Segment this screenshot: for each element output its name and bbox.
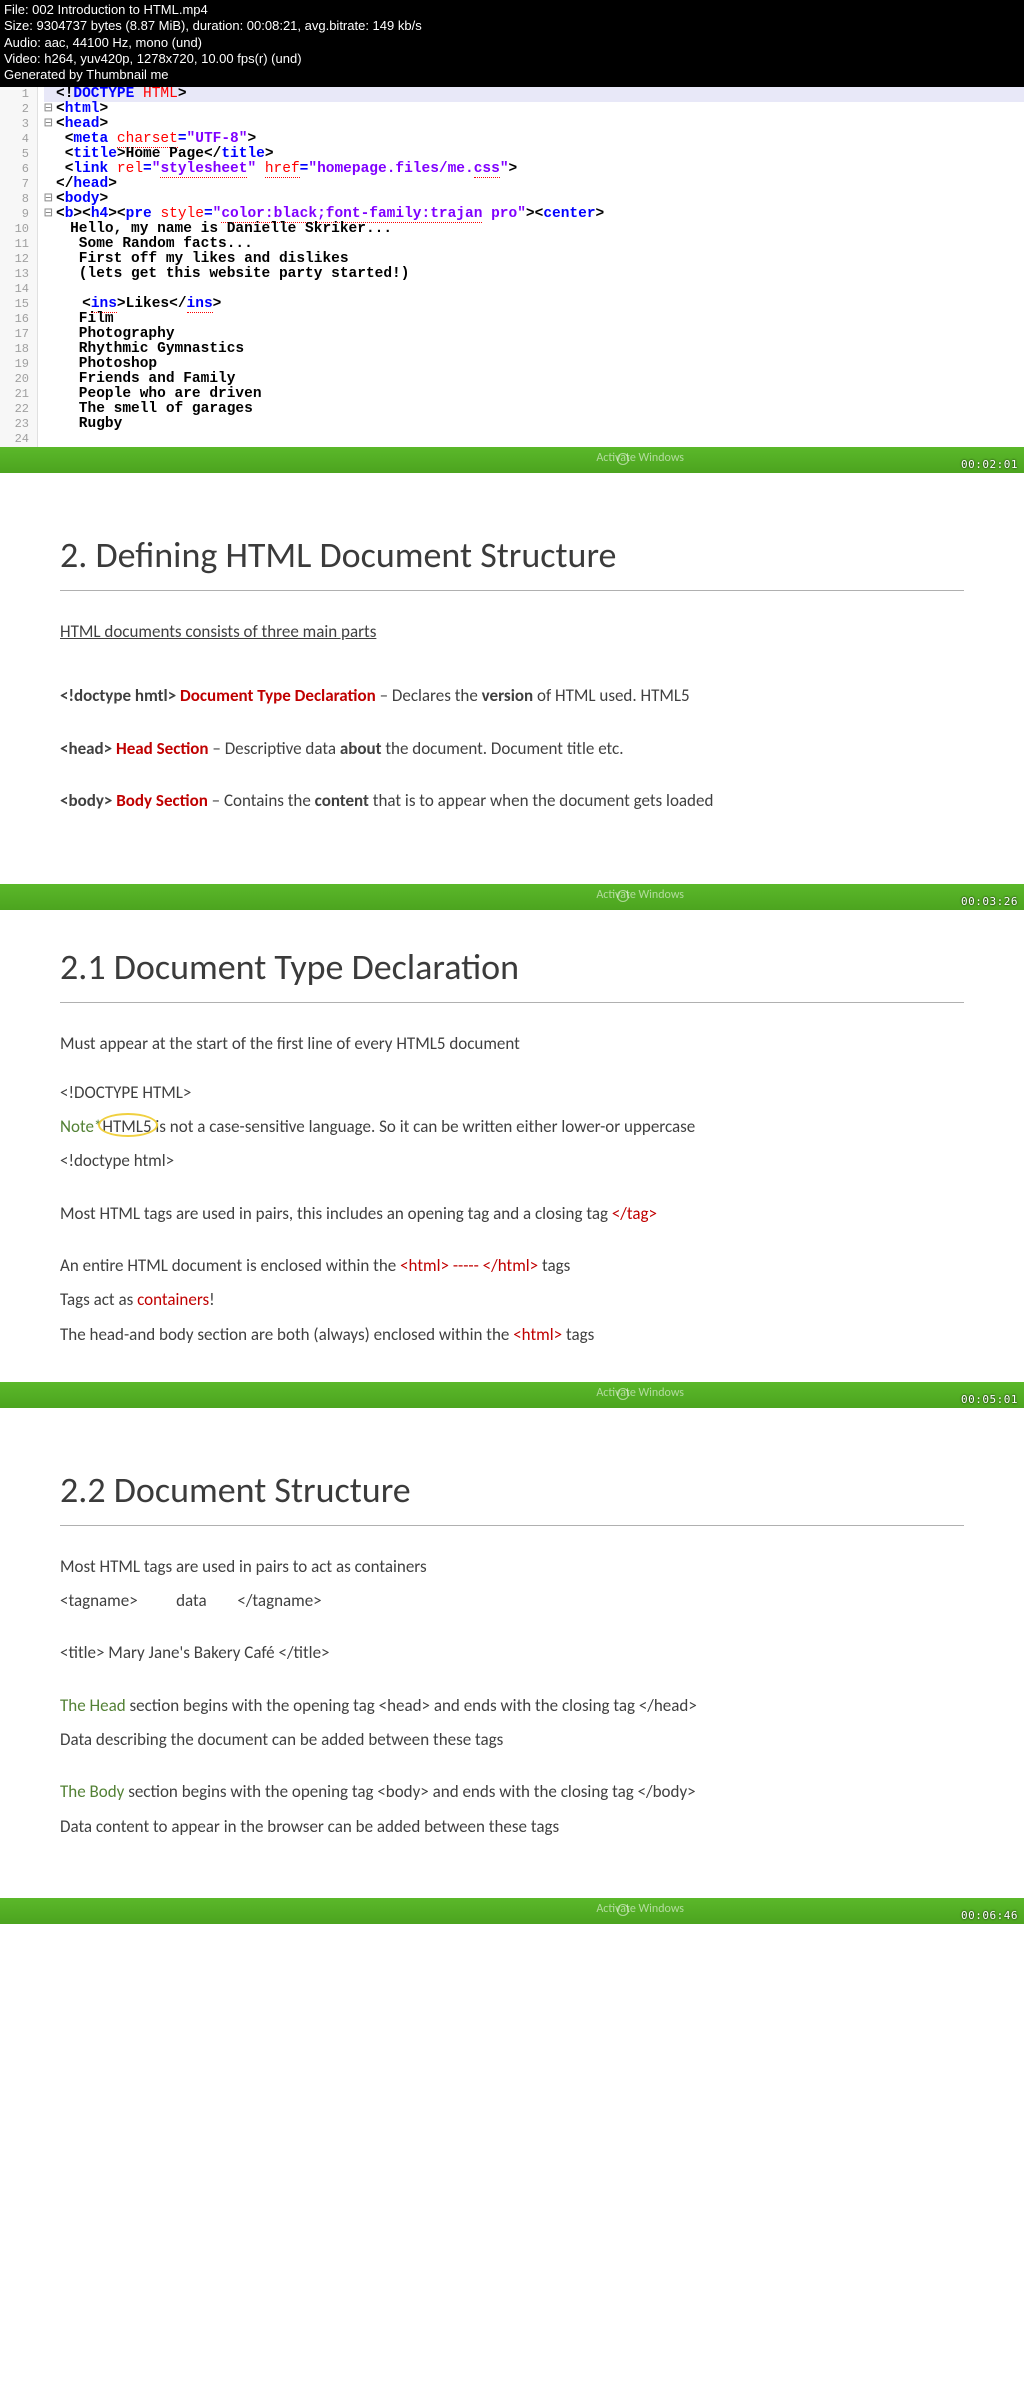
code-line: ⊟<html>: [44, 102, 1024, 117]
line-number: 24: [0, 432, 29, 447]
activate-windows-watermark: Activate Windows: [596, 451, 684, 465]
doctype-line: <!doctype hmtl> Document Type Declaratio…: [60, 683, 964, 709]
code-line: <meta charset="UTF-8">: [44, 132, 1024, 147]
slide-title: 2. Defining HTML Document Structure: [60, 528, 964, 584]
text-line: Most HTML tags are used in pairs to act …: [60, 1554, 964, 1580]
line-number: 18: [0, 342, 29, 357]
line-number: 16: [0, 312, 29, 327]
line-number: 13: [0, 267, 29, 282]
activate-windows-watermark: Activate Windows: [596, 1902, 684, 1916]
slide-defining-structure: 2. Defining HTML Document Structure HTML…: [0, 473, 1024, 884]
meta-line: File: 002 Introduction to HTML.mp4: [4, 2, 1020, 18]
text-line: The head-and body section are both (alwa…: [60, 1322, 964, 1348]
code-line: ⊟<b><h4><pre style="color:black;font-fam…: [44, 207, 1024, 222]
code-line: (lets get this website party started!): [44, 267, 1024, 282]
divider: [60, 1002, 964, 1003]
slide-title: 2.1 Document Type Declaration: [60, 940, 964, 996]
slide-title: 2.2 Document Structure: [60, 1463, 964, 1519]
line-number: 3: [0, 117, 29, 132]
body-line: <body> Body Section – Contains the conte…: [60, 788, 964, 814]
head-section-line: The Head section begins with the opening…: [60, 1693, 964, 1719]
line-number: 5: [0, 147, 29, 162]
code-line: ⊟<body>: [44, 192, 1024, 207]
separator-bar: Activate Windows 00:06:46: [0, 1898, 1024, 1924]
video-metadata: File: 002 Introduction to HTML.mp4 Size:…: [0, 0, 1024, 87]
line-number: 2: [0, 102, 29, 117]
code-line: Friends and Family: [44, 372, 1024, 387]
timestamp-label: 00:03:26: [961, 895, 1018, 908]
line-number: 7: [0, 177, 29, 192]
activate-windows-watermark: Activate Windows: [596, 888, 684, 902]
separator-bar: Activate Windows 00:05:01: [0, 1382, 1024, 1408]
code-line: <title>Home Page</title>: [44, 147, 1024, 162]
line-number: 22: [0, 402, 29, 417]
code-line: </head>: [44, 177, 1024, 192]
code-line: First off my likes and dislikes: [44, 252, 1024, 267]
text-line: Most HTML tags are used in pairs, this i…: [60, 1201, 964, 1227]
slide-doctype-declaration: 2.1 Document Type Declaration Must appea…: [0, 910, 1024, 1382]
code-line: <!DOCTYPE HTML>: [44, 87, 1024, 102]
separator-bar: Activate Windows 00:02:01: [0, 447, 1024, 473]
code-line: Rugby: [44, 417, 1024, 432]
timestamp-label: 00:02:01: [961, 458, 1018, 471]
code-line: [44, 282, 1024, 297]
line-gutter: 1 2 3 4 5 6 7 8 9 10 11 12 13 14 15 16 1…: [0, 87, 38, 447]
subtitle: HTML documents consists of three main pa…: [60, 619, 964, 645]
line-number: 1: [0, 87, 29, 102]
meta-line: Size: 9304737 bytes (8.87 MiB), duration…: [4, 18, 1020, 34]
text-line: Data describing the document can be adde…: [60, 1727, 964, 1753]
line-number: 9: [0, 207, 29, 222]
meta-line: Generated by Thumbnail me: [4, 67, 1020, 83]
slide-document-structure: 2.2 Document Structure Most HTML tags ar…: [0, 1408, 1024, 1898]
code-line: The smell of garages: [44, 402, 1024, 417]
text-line: Tags act as containers!: [60, 1287, 964, 1313]
line-number: 11: [0, 237, 29, 252]
code-body[interactable]: <!DOCTYPE HTML> ⊟<html> ⊟<head> <meta ch…: [38, 87, 1024, 447]
text-line: <!doctype html>: [60, 1148, 964, 1174]
line-number: 8: [0, 192, 29, 207]
code-line: Photoshop: [44, 357, 1024, 372]
text-line: Data content to appear in the browser ca…: [60, 1814, 964, 1840]
divider: [60, 1525, 964, 1526]
line-number: 17: [0, 327, 29, 342]
text-line: Must appear at the start of the first li…: [60, 1031, 964, 1057]
code-line: Rhythmic Gymnastics: [44, 342, 1024, 357]
body-section-line: The Body section begins with the opening…: [60, 1779, 964, 1805]
code-line: Photography: [44, 327, 1024, 342]
divider: [60, 590, 964, 591]
code-editor: 1 2 3 4 5 6 7 8 9 10 11 12 13 14 15 16 1…: [0, 87, 1024, 447]
text-line: <tagname> data </tagname>: [60, 1588, 964, 1614]
code-line: <ins>Likes</ins>: [44, 297, 1024, 312]
note-line: Note* HTML5 is not a case-sensitive lang…: [60, 1114, 964, 1140]
line-number: 19: [0, 357, 29, 372]
code-line: Hello, my name is Danielle Skriker...: [44, 222, 1024, 237]
line-number: 21: [0, 387, 29, 402]
timestamp-label: 00:05:01: [961, 1393, 1018, 1406]
code-line: Film: [44, 312, 1024, 327]
meta-line: Video: h264, yuv420p, 1278x720, 10.00 fp…: [4, 51, 1020, 67]
line-number: 4: [0, 132, 29, 147]
timestamp-label: 00:06:46: [961, 1909, 1018, 1922]
activate-windows-watermark: Activate Windows: [596, 1386, 684, 1400]
code-line: <link rel="stylesheet" href="homepage.fi…: [44, 162, 1024, 177]
text-line: <title> Mary Jane's Bakery Café </title>: [60, 1640, 964, 1666]
line-number: 12: [0, 252, 29, 267]
frame-code-editor: File: 002 Introduction to HTML.mp4 Size:…: [0, 0, 1024, 447]
meta-line: Audio: aac, 44100 Hz, mono (und): [4, 35, 1020, 51]
text-line: <!DOCTYPE HTML>: [60, 1080, 964, 1106]
separator-bar: Activate Windows 00:03:26: [0, 884, 1024, 910]
code-line: People who are driven: [44, 387, 1024, 402]
line-number: 6: [0, 162, 29, 177]
head-line: <head> Head Section – Descriptive data a…: [60, 736, 964, 762]
line-number: 23: [0, 417, 29, 432]
code-line: ⊟<head>: [44, 117, 1024, 132]
line-number: 20: [0, 372, 29, 387]
text-line: An entire HTML document is enclosed with…: [60, 1253, 964, 1279]
line-number: 10: [0, 222, 29, 237]
line-number: 14: [0, 282, 29, 297]
code-line: Some Random facts...: [44, 237, 1024, 252]
line-number: 15: [0, 297, 29, 312]
